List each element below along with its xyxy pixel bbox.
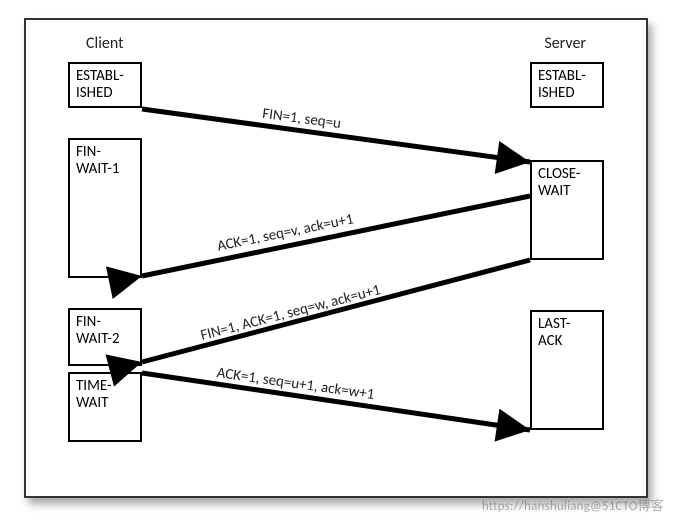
arrow-ack1 [142,196,530,276]
diagram-frame: Client Server ESTABL-ISHED FIN-WAIT-1 FI… [24,18,648,498]
arrow-fin2 [142,260,530,362]
watermark: https://hanshuliang@51CTO博客 [482,495,664,514]
arrows-layer [26,20,646,496]
